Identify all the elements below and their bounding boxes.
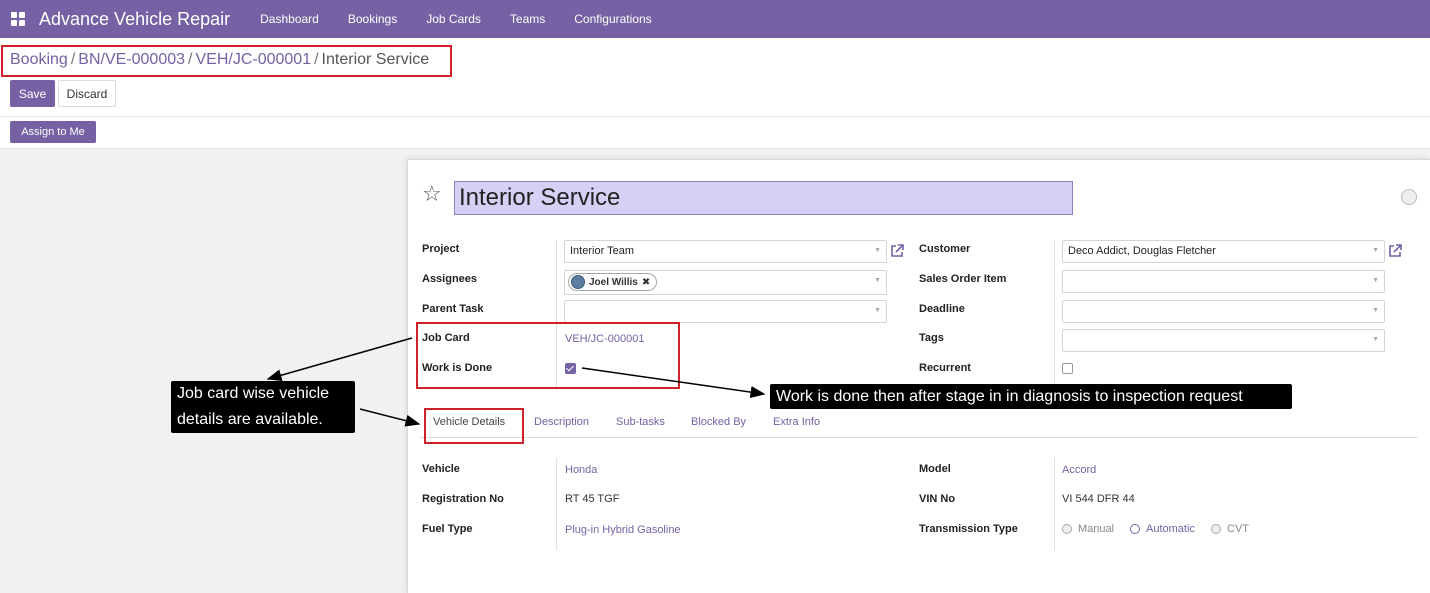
task-title-input[interactable]: Interior Service bbox=[454, 181, 1073, 215]
remove-tag-icon[interactable]: ✖ bbox=[642, 277, 650, 288]
assignee-name: Joel Willis bbox=[589, 276, 638, 288]
top-navbar: Advance Vehicle Repair Dashboard Booking… bbox=[0, 0, 1430, 38]
project-field[interactable]: Interior Team ▼ bbox=[564, 240, 887, 263]
discard-button[interactable]: Discard bbox=[58, 80, 116, 107]
tab-description[interactable]: Description bbox=[534, 416, 589, 428]
chevron-down-icon: ▼ bbox=[1372, 307, 1379, 314]
parent-task-label: Parent Task bbox=[422, 303, 484, 315]
chevron-down-icon: ▼ bbox=[1372, 247, 1379, 254]
status-icon[interactable] bbox=[1401, 189, 1417, 205]
customer-label: Customer bbox=[919, 243, 971, 255]
chevron-down-icon: ▼ bbox=[1372, 336, 1379, 343]
job-card-callout-line2: details are available. bbox=[177, 411, 323, 428]
vehicle-left-separator bbox=[556, 458, 557, 550]
tabs-underline bbox=[420, 437, 1418, 438]
breadcrumb: Booking / BN/VE-000003/VEH/JC-000001/Inter… bbox=[10, 51, 429, 69]
vehicle-right-separator bbox=[1054, 458, 1055, 550]
breadcrumb-separator: / bbox=[70, 51, 76, 68]
star-icon[interactable]: ☆ bbox=[422, 183, 442, 205]
fuel-type-value[interactable]: Plug-in Hybrid Gasoline bbox=[565, 524, 681, 536]
breadcrumb-job-card[interactable]: VEH/JC-000001 bbox=[195, 51, 311, 68]
transmission-manual-radio[interactable]: Manual bbox=[1062, 523, 1114, 535]
chevron-down-icon: ▼ bbox=[874, 307, 881, 314]
assignees-label: Assignees bbox=[422, 273, 478, 285]
nav-configurations[interactable]: Configurations bbox=[574, 12, 651, 26]
transmission-label: Transmission Type bbox=[919, 523, 1018, 535]
transmission-cvt-label: CVT bbox=[1227, 523, 1249, 535]
deadline-field[interactable]: ▼ bbox=[1062, 300, 1385, 323]
project-value: Interior Team bbox=[570, 245, 634, 257]
customer-field[interactable]: Deco Addict, Douglas Fletcher ▼ bbox=[1062, 240, 1385, 263]
breadcrumb-separator: / bbox=[314, 51, 319, 68]
avatar bbox=[571, 275, 585, 289]
breadcrumb-booking-ref[interactable]: BN/VE-000003 bbox=[78, 51, 185, 68]
transmission-automatic-radio[interactable]: Automatic bbox=[1130, 523, 1195, 535]
tab-extra-info[interactable]: Extra Info bbox=[773, 416, 820, 428]
job-card-annotation-box bbox=[416, 322, 680, 389]
fuel-type-label: Fuel Type bbox=[422, 523, 473, 535]
apps-icon[interactable] bbox=[11, 12, 25, 26]
save-button[interactable]: Save bbox=[10, 80, 55, 107]
external-link-icon[interactable] bbox=[1387, 243, 1403, 259]
job-card-callout-line1: Job card wise vehicle bbox=[177, 385, 330, 402]
assignee-tag[interactable]: Joel Willis ✖ bbox=[568, 273, 658, 291]
tags-field[interactable]: ▼ bbox=[1062, 329, 1385, 352]
chevron-down-icon: ▼ bbox=[1372, 277, 1379, 284]
transmission-cvt-radio[interactable]: CVT bbox=[1211, 523, 1249, 535]
transmission-automatic-label: Automatic bbox=[1146, 523, 1195, 535]
vehicle-value[interactable]: Honda bbox=[565, 464, 597, 476]
deadline-label: Deadline bbox=[919, 303, 965, 315]
breadcrumb-separator: / bbox=[188, 51, 193, 68]
tab-blocked-by[interactable]: Blocked By bbox=[691, 416, 746, 428]
tags-label: Tags bbox=[919, 332, 944, 344]
customer-value: Deco Addict, Douglas Fletcher bbox=[1068, 245, 1216, 257]
assign-to-me-button[interactable]: Assign to Me bbox=[10, 121, 96, 143]
recurrent-label: Recurrent bbox=[919, 362, 971, 374]
job-card-callout: Job card wise vehicle details are availa… bbox=[171, 381, 355, 433]
nav-teams[interactable]: Teams bbox=[510, 12, 545, 26]
nav-job-cards[interactable]: Job Cards bbox=[426, 12, 481, 26]
vehicle-label: Vehicle bbox=[422, 463, 460, 475]
external-link-icon[interactable] bbox=[889, 243, 905, 259]
nav-dashboard[interactable]: Dashboard bbox=[260, 12, 319, 26]
control-panel-divider bbox=[0, 116, 1430, 117]
chevron-down-icon: ▼ bbox=[874, 277, 881, 284]
vin-label: VIN No bbox=[919, 493, 956, 505]
chevron-down-icon: ▼ bbox=[874, 247, 881, 254]
transmission-manual-label: Manual bbox=[1078, 523, 1115, 535]
vin-value: VI 544 DFR 44 bbox=[1062, 493, 1135, 505]
parent-task-field[interactable]: ▼ bbox=[564, 300, 887, 323]
right-column-separator bbox=[1054, 240, 1055, 390]
recurrent-checkbox[interactable] bbox=[1062, 363, 1073, 374]
sales-order-item-field[interactable]: ▼ bbox=[1062, 270, 1385, 293]
sales-order-item-label: Sales Order Item bbox=[919, 273, 1007, 285]
registration-label: Registration No bbox=[422, 493, 504, 505]
project-label: Project bbox=[422, 243, 460, 255]
registration-value: RT 45 TGF bbox=[565, 493, 620, 505]
tab-sub-tasks[interactable]: Sub-tasks bbox=[616, 416, 665, 428]
breadcrumb-booking[interactable]: Booking bbox=[10, 51, 68, 68]
model-label: Model bbox=[919, 463, 951, 475]
breadcrumb-current: Interior Service bbox=[321, 51, 430, 68]
work-done-callout: Work is done then after stage in in diag… bbox=[770, 384, 1292, 409]
tab-vehicle-details[interactable]: Vehicle Details bbox=[433, 416, 505, 428]
nav-bookings[interactable]: Bookings bbox=[348, 12, 397, 26]
model-value[interactable]: Accord bbox=[1062, 464, 1096, 476]
app-title[interactable]: Advance Vehicle Repair bbox=[39, 9, 230, 30]
